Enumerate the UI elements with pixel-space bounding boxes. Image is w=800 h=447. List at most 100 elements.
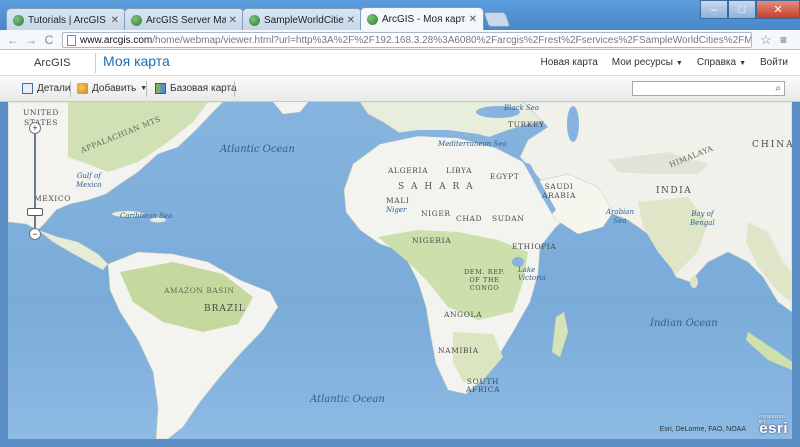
label-algeria: ALGERIA bbox=[388, 166, 429, 175]
label-indian-ocean: Indian Ocean bbox=[650, 318, 718, 329]
new-tab-button[interactable] bbox=[483, 12, 511, 27]
label-dem-rep-congo: DEM. REP. OF THE CONGO bbox=[464, 268, 505, 292]
close-window-button[interactable]: ✕ bbox=[756, 0, 800, 19]
tab-label: Tutorials | ArcGIS API for bbox=[28, 14, 108, 26]
label-namibia: NAMIBIA bbox=[438, 346, 479, 355]
nav-help[interactable]: Справка ▼ bbox=[697, 57, 746, 68]
chevron-down-icon: ▼ bbox=[675, 60, 683, 67]
globe-icon bbox=[13, 14, 24, 26]
zoom-handle[interactable] bbox=[27, 208, 43, 216]
nav-sign-in-label: Войти bbox=[760, 57, 788, 68]
basemap-svg bbox=[8, 102, 792, 439]
page-title: Моя карта bbox=[103, 53, 170, 69]
central-africa-vegetation bbox=[378, 230, 528, 320]
zoom-out-button[interactable]: − bbox=[29, 228, 41, 240]
bookmark-star-icon[interactable]: ☆ bbox=[760, 32, 772, 48]
close-tab-icon[interactable]: ✕ bbox=[229, 15, 237, 26]
label-sudan: SUDAN bbox=[492, 214, 525, 223]
header-nav: Новая карта Мои ресурсы ▼ Справка ▼ Войти bbox=[541, 57, 789, 68]
search-icon[interactable]: ⌕ bbox=[775, 83, 781, 94]
nav-my-content-label: Мои ресурсы bbox=[611, 57, 673, 68]
details-icon bbox=[22, 83, 33, 94]
label-south-africa: SOUTH AFRICA bbox=[466, 377, 500, 394]
sumatra-island bbox=[746, 332, 792, 370]
label-bay-of-bengal: Bay of Bengal bbox=[690, 210, 715, 227]
label-mali: MALI bbox=[386, 196, 410, 205]
map-view[interactable]: UNITED STATES APPALACHIAN MTS MEXICO Gul… bbox=[8, 102, 792, 439]
header-divider bbox=[95, 53, 96, 73]
basemap-grid-icon bbox=[155, 83, 166, 94]
zoom-slider[interactable]: + − bbox=[27, 122, 43, 240]
browser-tab-server-manager[interactable]: ArcGIS Server Manager ✕ bbox=[124, 8, 244, 31]
label-nigeria: NIGERIA bbox=[412, 236, 452, 245]
browser-tab-my-map[interactable]: ArcGIS - Моя карта ✕ bbox=[360, 7, 484, 31]
browser-tab-strip: Tutorials | ArcGIS API for ✕ ArcGIS Serv… bbox=[0, 0, 800, 31]
browser-tab-sampleworldcities[interactable]: SampleWorldCities (MapS ✕ bbox=[242, 8, 362, 31]
address-bar[interactable]: www.arcgis.com/home/webmap/viewer.html?u… bbox=[62, 32, 752, 48]
window-border-bottom bbox=[0, 439, 800, 447]
nav-new-map[interactable]: Новая карта bbox=[541, 57, 598, 68]
label-brazil: BRAZIL bbox=[204, 304, 246, 314]
toolbar-divider bbox=[234, 81, 235, 97]
close-tab-icon[interactable]: ✕ bbox=[347, 15, 355, 26]
label-text: UNITED STATES bbox=[23, 108, 59, 127]
basemap-button[interactable]: Базовая карта bbox=[155, 83, 237, 94]
forward-button[interactable]: → bbox=[22, 32, 40, 48]
url-path: /home/webmap/viewer.html?url=http%3A%2F%… bbox=[152, 34, 752, 46]
globe-icon bbox=[249, 14, 260, 26]
label-libya: LIBYA bbox=[446, 166, 473, 175]
label-atlantic-ocean-north: Atlantic Ocean bbox=[220, 144, 295, 155]
browser-menu-icon[interactable]: ≡ bbox=[780, 33, 787, 47]
label-black-sea: Black Sea bbox=[504, 104, 540, 112]
browser-toolbar: ← → C www.arcgis.com/home/webmap/viewer.… bbox=[0, 30, 800, 50]
chevron-down-icon: ▼ bbox=[739, 60, 747, 67]
label-lake-victoria: Lake Victoria bbox=[518, 266, 546, 282]
globe-icon bbox=[131, 14, 142, 26]
close-tab-icon[interactable]: ✕ bbox=[111, 15, 119, 26]
label-arabian-sea: Arabian Sea bbox=[606, 208, 634, 225]
map-toolbar: Детали Добавить ▼ Базовая карта ⌕ bbox=[0, 76, 800, 102]
add-button[interactable]: Добавить ▼ bbox=[77, 83, 147, 94]
greenland-landmass bbox=[273, 102, 308, 114]
window-border-right bbox=[792, 102, 800, 447]
basemap-label: Базовая карта bbox=[170, 83, 237, 94]
label-sahara: S A H A R A bbox=[398, 182, 475, 192]
toolbar-divider bbox=[146, 81, 147, 97]
nav-new-map-label: Новая карта bbox=[540, 57, 598, 68]
close-tab-icon[interactable]: ✕ bbox=[469, 14, 477, 25]
details-label: Детали bbox=[37, 83, 71, 94]
window-border-left bbox=[0, 102, 8, 447]
browser-tab-tutorials[interactable]: Tutorials | ArcGIS API for ✕ bbox=[6, 8, 126, 31]
tab-label: ArcGIS - Моя карта bbox=[382, 14, 466, 25]
maximize-button[interactable]: □ bbox=[728, 0, 756, 19]
details-button[interactable]: Детали bbox=[22, 83, 70, 94]
back-button[interactable]: ← bbox=[4, 32, 22, 48]
reload-button[interactable]: C bbox=[40, 32, 58, 48]
arcgis-logo[interactable]: ArcGIS bbox=[34, 57, 71, 69]
label-atlantic-ocean-south: Atlantic Ocean bbox=[310, 394, 385, 405]
globe-icon bbox=[367, 14, 378, 25]
url-host: www.arcgis.com bbox=[80, 34, 153, 46]
madagascar-island bbox=[551, 311, 569, 358]
label-china: CHINA bbox=[752, 140, 792, 150]
minimize-button[interactable]: – bbox=[700, 0, 728, 19]
nav-sign-in[interactable]: Войти bbox=[760, 57, 788, 68]
caspian-sea-water bbox=[567, 106, 579, 142]
tab-label: ArcGIS Server Manager bbox=[146, 14, 226, 26]
label-india: INDIA bbox=[656, 186, 693, 196]
label-chad: CHAD bbox=[456, 214, 483, 223]
tab-label: SampleWorldCities (MapS bbox=[264, 14, 344, 26]
label-amazon-basin: AMAZON BASIN bbox=[164, 286, 235, 295]
nav-my-content[interactable]: Мои ресурсы ▼ bbox=[612, 57, 683, 68]
sri-lanka-island bbox=[690, 276, 698, 288]
zoom-in-button[interactable]: + bbox=[29, 122, 41, 134]
search-input[interactable]: ⌕ bbox=[632, 81, 785, 96]
powered-by-text: POWERED BY bbox=[759, 414, 787, 424]
esri-logo[interactable]: POWERED BY esri bbox=[759, 414, 788, 437]
toolbar-divider bbox=[70, 81, 71, 97]
arcgis-header: ArcGIS Моя карта Новая карта Мои ресурсы… bbox=[0, 50, 800, 76]
label-ethiopia: ETHIOPIA bbox=[512, 242, 557, 251]
label-niger: NIGER bbox=[421, 209, 451, 218]
map-attribution: Esri, DeLorme, FAO, NOAA bbox=[659, 426, 746, 433]
label-saudi-arabia: SAUDI ARABIA bbox=[542, 182, 576, 200]
